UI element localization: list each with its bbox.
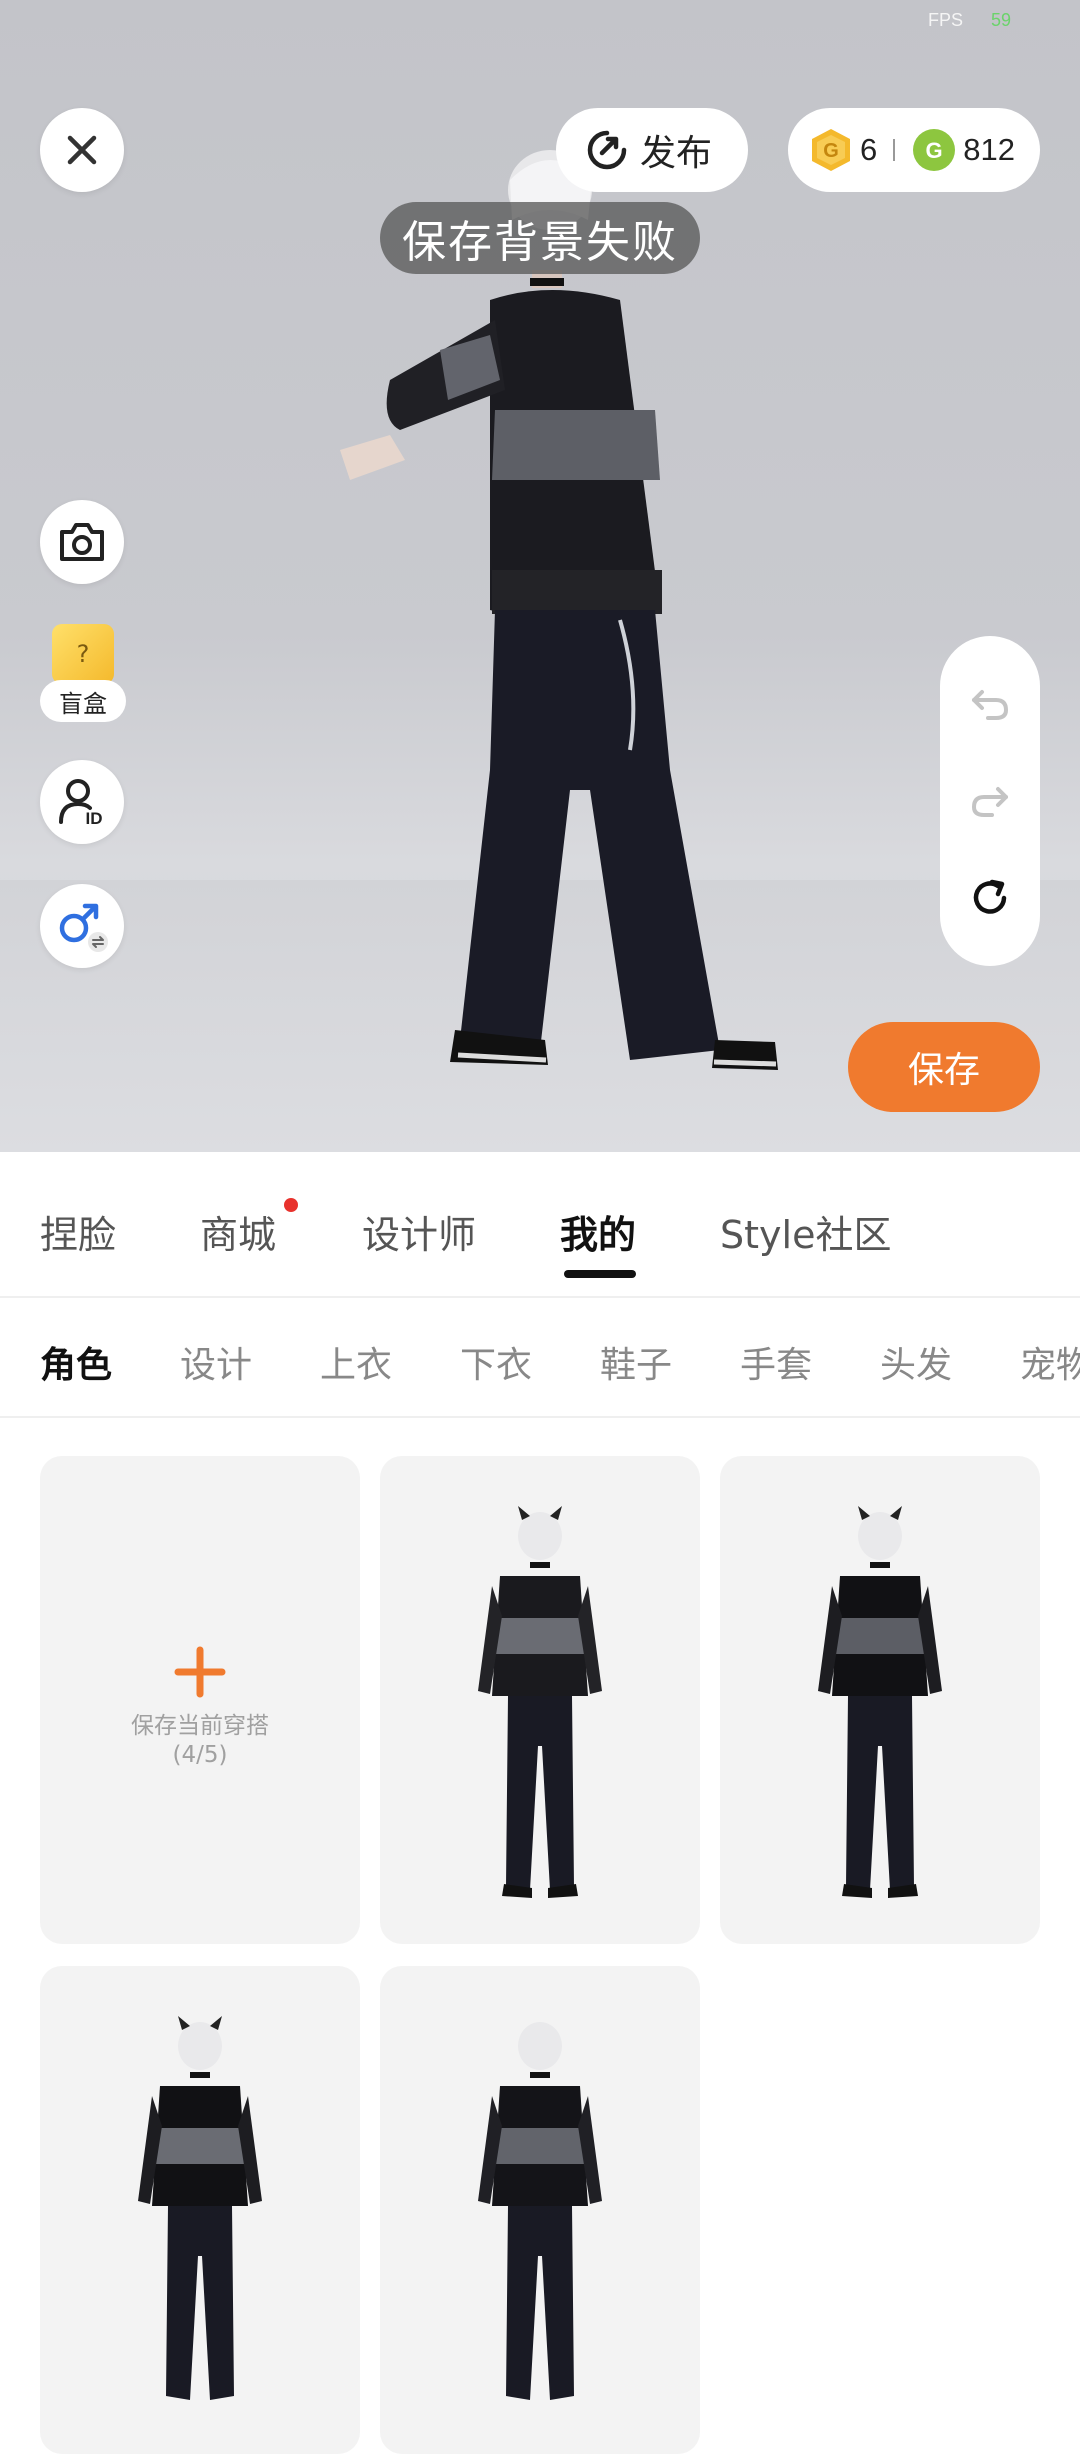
outfit-thumbnail xyxy=(138,2016,262,2400)
outfit-card[interactable] xyxy=(40,1966,360,2454)
subtab-character[interactable]: 角色 xyxy=(40,1336,112,1388)
green-coin-count: 812 xyxy=(963,132,1015,167)
store-notification-dot xyxy=(284,1198,298,1212)
gold-coin-count: 6 xyxy=(860,132,878,167)
subtab-gloves[interactable]: 手套 xyxy=(740,1336,812,1388)
avatar-character[interactable] xyxy=(320,150,800,1090)
avatar-id-button[interactable]: ID xyxy=(40,760,124,844)
camera-icon xyxy=(60,523,104,561)
outfit-thumbnail xyxy=(478,2022,602,2400)
outfit-thumbnail xyxy=(818,1506,942,1898)
main-tabs: 捏脸 商城 设计师 我的 Style社区 xyxy=(0,1152,1080,1296)
svg-text:ID: ID xyxy=(86,809,103,828)
outfit-thumbnail xyxy=(478,1506,602,1898)
redo-icon[interactable] xyxy=(968,779,1012,823)
gender-switch-button[interactable] xyxy=(40,884,124,968)
close-button[interactable] xyxy=(40,108,124,192)
outfit-card[interactable] xyxy=(380,1456,700,1944)
plus-icon xyxy=(174,1646,226,1698)
toast-message: 保存背景失败 xyxy=(380,202,700,274)
subtab-pets[interactable]: 宠物 xyxy=(1020,1336,1080,1388)
blind-box-label: 盲盒 xyxy=(40,680,126,722)
blind-box-icon: ? xyxy=(52,624,114,684)
reset-icon[interactable] xyxy=(968,876,1012,920)
blind-box-button[interactable]: ? 盲盒 xyxy=(40,624,130,724)
currency-balance[interactable]: G 6 G 812 xyxy=(788,108,1040,192)
subtab-design[interactable]: 设计 xyxy=(180,1336,252,1388)
publish-button[interactable]: 发布 xyxy=(556,108,748,192)
svg-text:G: G xyxy=(926,138,943,163)
subtab-shoes[interactable]: 鞋子 xyxy=(600,1336,672,1388)
active-tab-indicator xyxy=(564,1270,636,1278)
tab-designer[interactable]: 设计师 xyxy=(362,1204,476,1259)
publish-icon xyxy=(587,130,627,170)
outfit-count: (4/5) xyxy=(172,1742,228,1768)
outfit-card[interactable] xyxy=(720,1456,1040,1944)
save-current-outfit-card[interactable]: 保存当前穿搭 (4/5) xyxy=(40,1456,360,1944)
publish-label: 发布 xyxy=(640,133,713,174)
svg-text:G: G xyxy=(823,140,839,162)
undo-icon[interactable] xyxy=(968,682,1012,726)
subtab-tops[interactable]: 上衣 xyxy=(320,1336,392,1388)
tab-style-community[interactable]: Style社区 xyxy=(720,1204,891,1259)
tab-mine[interactable]: 我的 xyxy=(560,1204,636,1259)
tab-face[interactable]: 捏脸 xyxy=(40,1204,116,1259)
avatar-scene[interactable]: FPS 59 发布 G 6 G 812 保存背景失败 ? 盲盒 ID 保存 xyxy=(0,0,1080,1152)
wardrobe-panel: 捏脸 商城 设计师 我的 Style社区 角色 设计 上衣 下衣 鞋子 手套 头… xyxy=(0,1152,1080,2454)
fps-label: FPS xyxy=(928,10,964,30)
subtab-hair[interactable]: 头发 xyxy=(880,1336,952,1388)
subtab-bottoms[interactable]: 下衣 xyxy=(460,1336,532,1388)
fps-counter: FPS 59 xyxy=(928,10,1011,31)
tab-store[interactable]: 商城 xyxy=(200,1204,276,1259)
outfit-card[interactable] xyxy=(380,1966,700,2454)
gold-coin-icon: G xyxy=(812,129,850,171)
save-button[interactable]: 保存 xyxy=(848,1022,1040,1112)
user-id-icon: ID xyxy=(59,779,103,828)
coin-divider xyxy=(893,139,896,161)
camera-button[interactable] xyxy=(40,500,124,584)
edit-history-panel xyxy=(940,636,1040,966)
subtabs-divider xyxy=(0,1416,1080,1418)
save-outfit-label: 保存当前穿搭 xyxy=(131,1713,269,1739)
fps-value: 59 xyxy=(991,10,1012,30)
green-coin-icon: G xyxy=(913,129,956,171)
close-icon xyxy=(67,135,97,165)
category-tabs: 角色 设计 上衣 下衣 鞋子 手套 头发 宠物 xyxy=(0,1298,1080,1416)
male-symbol-icon xyxy=(59,903,108,952)
